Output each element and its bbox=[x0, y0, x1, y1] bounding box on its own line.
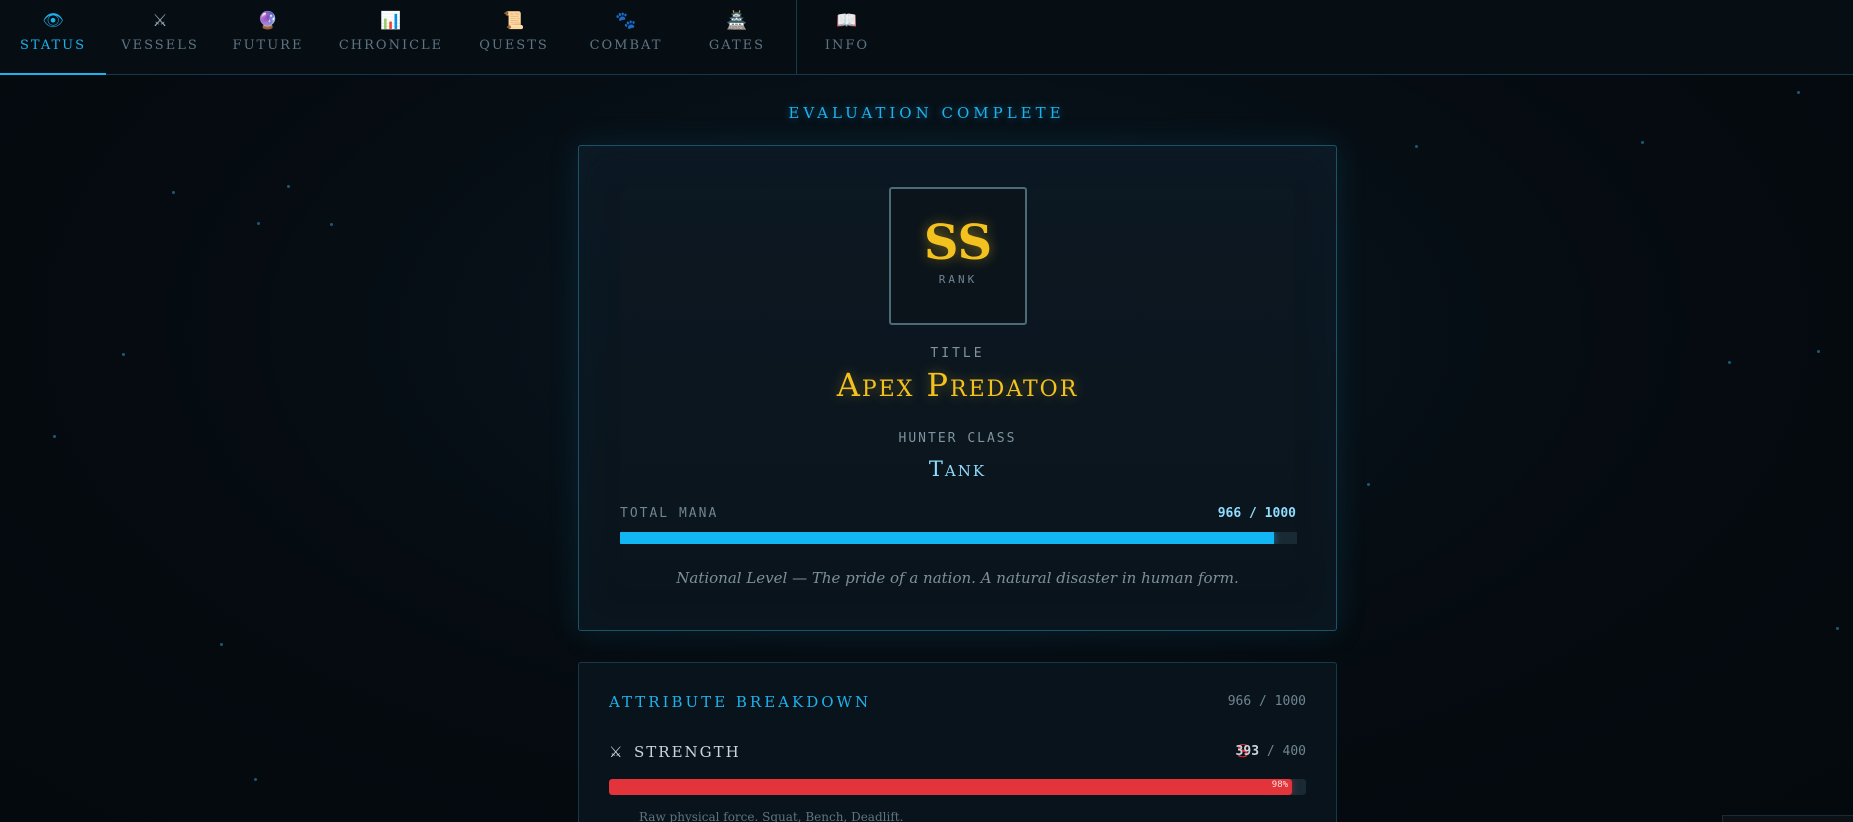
paw-prints-icon: 🐾 bbox=[615, 11, 637, 31]
hunter-title: Apex Predator bbox=[836, 366, 1079, 404]
strength-percent: 98% bbox=[1271, 780, 1289, 790]
tab-label: STATUS bbox=[19, 38, 87, 53]
strength-max: / 400 bbox=[1266, 744, 1306, 759]
crossed-swords-icon: ⚔ bbox=[152, 11, 168, 31]
hunter-class-value: Tank bbox=[928, 457, 987, 481]
rank-label: RANK bbox=[938, 273, 978, 286]
tab-label: GATES bbox=[708, 38, 766, 53]
rank-badge: SS RANK bbox=[889, 187, 1027, 325]
rank-description: National Level — The pride of a nation. … bbox=[676, 569, 1239, 587]
attribute-breakdown-title: ATTRIBUTE BREAKDOWN bbox=[609, 693, 872, 711]
attribute-breakdown-card: ATTRIBUTE BREAKDOWN 966 / 1000 ⚔ STRENGT… bbox=[578, 662, 1337, 822]
mana-progress-bar bbox=[620, 532, 1297, 544]
tab-combat[interactable]: 🐾 COMBAT bbox=[568, 0, 684, 74]
tab-vessels[interactable]: ⚔ VESSELS bbox=[106, 0, 214, 74]
top-navigation: 👁 STATUS ⚔ VESSELS 🔮 FUTURE 📊 CHRONICLE … bbox=[0, 0, 1853, 75]
rank-value: SS bbox=[923, 215, 993, 271]
app-root: 👁 STATUS ⚔ VESSELS 🔮 FUTURE 📊 CHRONICLE … bbox=[0, 0, 1853, 822]
tab-label: COMBAT bbox=[589, 38, 663, 53]
strength-current: 393 bbox=[1235, 744, 1260, 759]
crystal-ball-icon: 🔮 bbox=[257, 11, 279, 31]
strength-progress-fill: 98% bbox=[609, 779, 1293, 795]
strength-description: Raw physical force. Squat, Bench, Deadli… bbox=[639, 810, 904, 822]
gate-icon: 🏯 bbox=[726, 11, 748, 31]
tab-label: VESSELS bbox=[121, 38, 199, 53]
tab-info[interactable]: 📖 INFO bbox=[807, 0, 887, 74]
eye-icon: 👁 bbox=[42, 11, 64, 31]
title-label: TITLE bbox=[930, 346, 985, 361]
attribute-total: 966 / 1000 bbox=[1227, 694, 1306, 709]
tab-status[interactable]: 👁 STATUS bbox=[0, 0, 106, 75]
tab-label: INFO bbox=[824, 38, 870, 53]
tab-chronicle[interactable]: 📊 CHRONICLE bbox=[322, 0, 460, 74]
tab-label: QUESTS bbox=[479, 38, 549, 53]
strength-value: 393 / 400 bbox=[1236, 744, 1306, 759]
corner-widget bbox=[1722, 815, 1853, 822]
total-mana-value: 966 / 1000 bbox=[1217, 506, 1296, 521]
hunter-class-label: HUNTER CLASS bbox=[898, 431, 1017, 446]
tab-future[interactable]: 🔮 FUTURE bbox=[214, 0, 322, 74]
tab-gates[interactable]: 🏯 GATES bbox=[684, 0, 790, 74]
strength-progress-bar: 98% bbox=[609, 779, 1306, 795]
tab-label: CHRONICLE bbox=[338, 38, 444, 53]
evaluation-card: SS RANK TITLE Apex Predator HUNTER CLASS… bbox=[578, 145, 1337, 631]
evaluation-status-heading: EVALUATION COMPLETE bbox=[788, 104, 1065, 122]
scroll-icon: 📜 bbox=[503, 11, 525, 31]
crossed-swords-icon: ⚔ bbox=[609, 743, 623, 761]
tab-label: FUTURE bbox=[232, 38, 304, 53]
bar-chart-icon: 📊 bbox=[380, 11, 402, 31]
mana-progress-fill bbox=[620, 532, 1274, 544]
book-icon: 📖 bbox=[836, 11, 858, 31]
total-mana-label: TOTAL MANA bbox=[620, 506, 719, 521]
nav-divider bbox=[796, 0, 797, 74]
tab-quests[interactable]: 📜 QUESTS bbox=[460, 0, 568, 74]
strength-label: STRENGTH bbox=[634, 743, 741, 761]
